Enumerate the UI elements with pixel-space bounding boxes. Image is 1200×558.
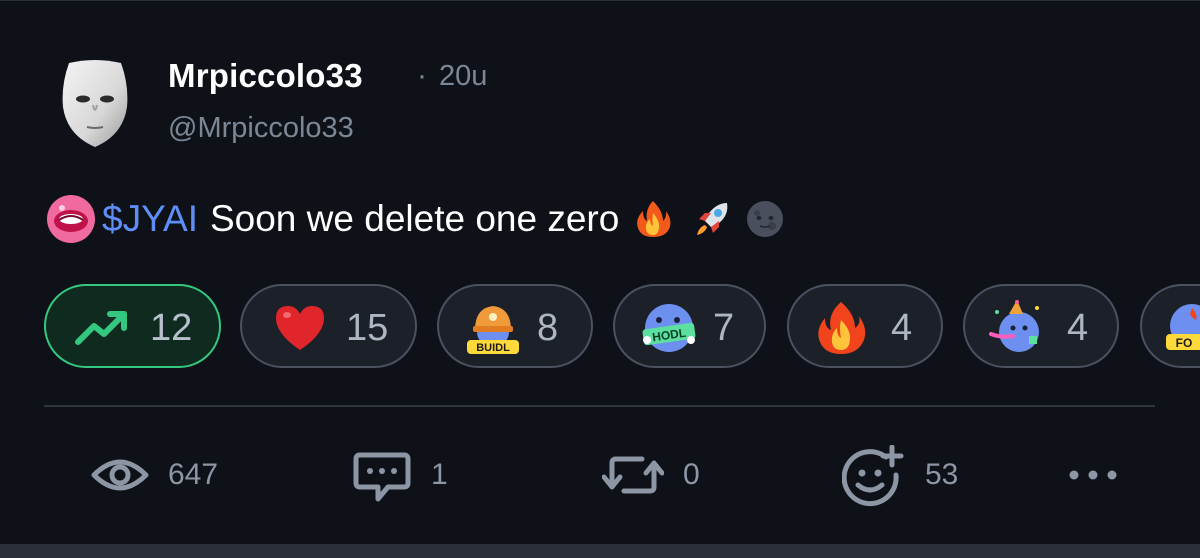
reaction-total-count: 53 <box>925 458 959 491</box>
repost-icon <box>602 456 664 494</box>
trending-up-icon <box>75 311 127 345</box>
heart-icon <box>276 306 324 350</box>
avatar[interactable] <box>47 55 143 151</box>
more-options-icon[interactable] <box>1068 463 1118 487</box>
reaction-heart-pill[interactable]: 15 <box>240 284 417 368</box>
moon-face-emoji-icon <box>747 201 784 237</box>
reaction-party-pill[interactable]: 4 <box>963 284 1119 368</box>
reaction-hodl-pill[interactable]: HODL 7 <box>613 284 766 368</box>
rocket-emoji-icon <box>697 203 728 235</box>
reaction-count: 4 <box>1067 307 1089 349</box>
separator-dot: · <box>417 59 427 92</box>
fire-icon <box>818 302 866 354</box>
eye-icon <box>91 459 149 491</box>
reaction-fire-pill[interactable]: 4 <box>787 284 943 368</box>
reaction-count: 4 <box>891 307 913 349</box>
post-time[interactable]: 20u <box>439 60 487 93</box>
hodl-icon: HODL <box>642 304 696 352</box>
comment-icon <box>353 452 411 502</box>
party-icon <box>989 300 1039 352</box>
user-handle[interactable]: @Mrpiccolo33 <box>168 112 354 145</box>
reaction-fomo-pill[interactable]: FO <box>1140 284 1200 368</box>
divider <box>44 405 1155 407</box>
reaction-trending-pill[interactable]: 12 <box>44 284 221 368</box>
repost-button[interactable]: 0 <box>602 445 722 505</box>
views-stat[interactable]: 647 <box>90 445 250 505</box>
react-button[interactable]: 53 <box>842 445 982 507</box>
buidl-label: BUIDL <box>476 342 510 354</box>
buidl-icon: BUIDL <box>467 306 519 354</box>
post-card: Mrpiccolo33 · 20u @Mrpiccolo33 $JYAI Soo… <box>0 0 1200 544</box>
repost-count: 0 <box>683 458 700 491</box>
display-name[interactable]: Mrpiccolo33 <box>168 57 363 95</box>
reaction-count: 15 <box>346 307 389 349</box>
fomo-label: FO <box>1176 336 1193 350</box>
post-text: Soon we delete one zero <box>209 198 620 239</box>
fire-emoji-icon <box>637 201 671 237</box>
post-body: $JYAI Soon we delete one zero <box>46 194 785 244</box>
reaction-count: 7 <box>713 307 735 349</box>
reaction-count: 8 <box>537 307 559 349</box>
fomo-icon: FO <box>1166 304 1200 350</box>
add-reaction-icon <box>842 445 904 507</box>
reaction-buidl-pill[interactable]: BUIDL 8 <box>437 284 593 368</box>
comment-count: 1 <box>431 458 448 491</box>
reaction-count: 12 <box>150 307 193 349</box>
views-count: 647 <box>168 458 219 491</box>
comment-button[interactable]: 1 <box>352 445 472 505</box>
ticker-link[interactable]: $JYAI <box>102 198 198 240</box>
token-logo-icon[interactable] <box>46 194 96 244</box>
